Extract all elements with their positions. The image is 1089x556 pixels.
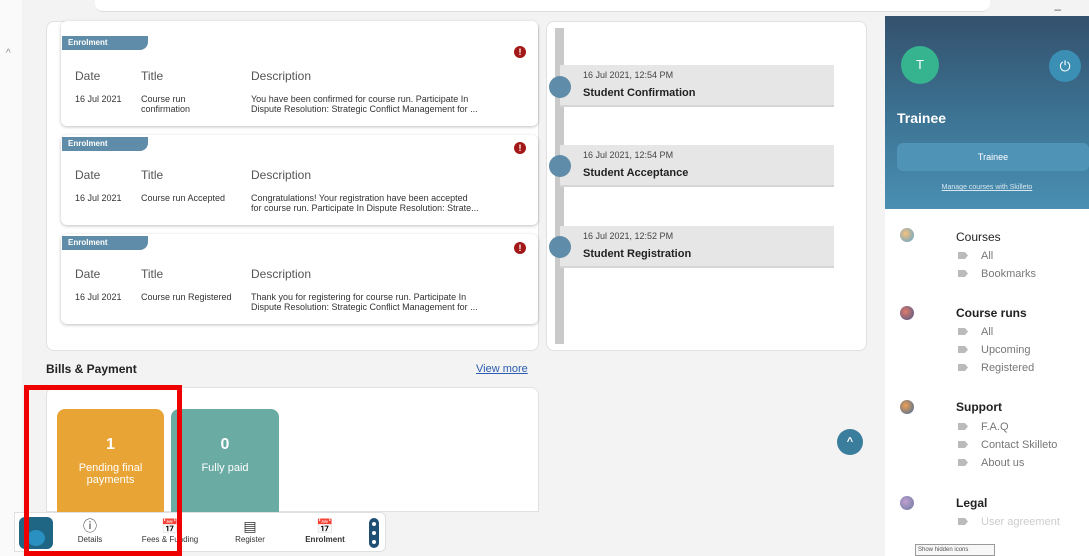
timeline-item: 16 Jul 2021, 12:54 PM Student Acceptance — [560, 145, 834, 187]
date-header: Date — [75, 69, 101, 83]
enrolment-tag: Enrolment — [62, 36, 148, 50]
notification-card: Enrolment ! Date Title Description 16 Ju… — [61, 21, 538, 126]
enrolment-tag: Enrolment — [62, 236, 148, 250]
sidebar-item-bookmarks[interactable]: Bookmarks — [958, 268, 1036, 280]
section-support[interactable]: Support — [956, 400, 1002, 414]
timeline-dot — [549, 76, 571, 98]
timeline-time: 16 Jul 2021, 12:54 PM — [583, 70, 674, 80]
timeline-item: 16 Jul 2021, 12:54 PM Student Confirmati… — [560, 65, 834, 107]
notification-description: You have been confirmed for course run. … — [251, 94, 469, 104]
notification-title: Course run Registered — [141, 292, 232, 302]
paid-label: Fully paid — [201, 462, 249, 474]
scroll-up-caret-icon[interactable]: ^ — [6, 48, 11, 59]
flag-icon — [958, 328, 968, 335]
flag-icon — [958, 270, 968, 277]
flag-icon — [958, 346, 968, 353]
description-header: Description — [251, 69, 312, 83]
avatar[interactable]: T — [901, 46, 939, 84]
section-course-runs[interactable]: Course runs — [956, 306, 1027, 320]
title-header: Title — [141, 168, 164, 182]
sidebar-item-contact[interactable]: Contact Skilleto — [958, 439, 1057, 451]
notification-description-cont: for course run. Participate In Dispute R… — [251, 203, 479, 213]
nav-enrolment[interactable]: 📅 Enrolment — [303, 517, 347, 544]
flag-icon — [958, 423, 968, 430]
title-header: Title — [141, 69, 164, 83]
date-header: Date — [75, 168, 101, 182]
flag-icon — [958, 364, 968, 371]
courses-icon — [900, 228, 914, 242]
notification-description-cont: Dispute Resolution: Strategic Conflict M… — [251, 104, 478, 114]
sidebar-header: T ⏻ Trainee Trainee Manage courses with … — [885, 16, 1089, 209]
calendar-clock-icon: 📅 — [316, 518, 334, 534]
power-icon: ⏻ — [1059, 58, 1071, 74]
description-header: Description — [251, 267, 312, 281]
document-icon: ▤ — [243, 518, 257, 534]
chevron-up-icon: ^ — [846, 436, 854, 448]
sidebar-item-courses-all[interactable]: All — [958, 250, 993, 262]
section-courses[interactable]: Courses — [956, 230, 1001, 244]
timeline-time: 16 Jul 2021, 12:54 PM — [583, 150, 674, 160]
timeline-dot — [549, 155, 571, 177]
alert-icon: ! — [514, 46, 526, 58]
flag-icon — [958, 252, 968, 259]
timeline-time: 16 Jul 2021, 12:52 PM — [583, 231, 674, 241]
sidebar-item-user-agreement[interactable]: User agreement — [958, 516, 1060, 528]
sidebar-item-registered[interactable]: Registered — [958, 362, 1034, 374]
hidden-icons-tooltip: Show hidden icons — [915, 544, 995, 556]
role-title: Trainee — [897, 110, 947, 126]
enrolment-tag: Enrolment — [62, 137, 148, 151]
more-options-icon[interactable] — [369, 518, 379, 548]
date-header: Date — [75, 267, 101, 281]
logout-button[interactable]: ⏻ — [1049, 50, 1081, 82]
section-legal[interactable]: Legal — [956, 496, 987, 510]
highlight-box — [24, 385, 182, 556]
notification-title-cont: confirmation — [141, 104, 191, 114]
minimize-icon[interactable]: – — [1054, 2, 1061, 16]
notification-description: Thank you for registering for course run… — [251, 292, 467, 302]
legal-icon — [900, 496, 914, 510]
nav-label: Enrolment — [305, 535, 345, 544]
scroll-to-top-button[interactable]: ^ — [837, 429, 863, 455]
nav-label: Register — [235, 535, 265, 544]
notification-description: Congratulations! Your registration have … — [251, 193, 468, 203]
user-sidebar: T ⏻ Trainee Trainee Manage courses with … — [885, 16, 1089, 556]
notification-title: Course run Accepted — [141, 193, 226, 203]
left-scroll-strip: ^ — [0, 0, 22, 556]
nav-register[interactable]: ▤ Register — [230, 517, 270, 544]
notification-description-cont: Dispute Resolution: Strategic Conflict M… — [251, 302, 478, 312]
view-more-link[interactable]: View more — [476, 363, 528, 375]
sidebar-item-about[interactable]: About us — [958, 457, 1024, 469]
notification-date: 16 Jul 2021 — [75, 193, 122, 203]
description-header: Description — [251, 168, 312, 182]
fully-paid-tile[interactable]: 0 Fully paid — [171, 409, 279, 512]
timeline-item: 16 Jul 2021, 12:52 PM Student Registrati… — [560, 226, 834, 268]
timeline-title: Student Confirmation — [583, 87, 696, 99]
title-header: Title — [141, 267, 164, 281]
notification-title: Course run — [141, 94, 186, 104]
notification-date: 16 Jul 2021 — [75, 94, 122, 104]
bills-payment-heading: Bills & Payment — [46, 362, 137, 376]
flag-icon — [958, 518, 968, 525]
paid-count: 0 — [220, 436, 230, 453]
top-bar — [95, 0, 990, 12]
flag-icon — [958, 459, 968, 466]
role-switch-button[interactable]: Trainee — [897, 143, 1089, 171]
sidebar-item-upcoming[interactable]: Upcoming — [958, 344, 1031, 356]
timeline-dot — [549, 236, 571, 258]
alert-icon: ! — [514, 242, 526, 254]
timeline-title: Student Acceptance — [583, 167, 689, 179]
course-runs-icon — [900, 306, 914, 320]
support-icon — [900, 400, 914, 414]
timeline-title: Student Registration — [583, 248, 692, 260]
notification-card: Enrolment ! Date Title Description 16 Ju… — [61, 234, 538, 324]
manage-courses-link[interactable]: Manage courses with Skilleto — [885, 184, 1089, 191]
notification-date: 16 Jul 2021 — [75, 292, 122, 302]
notification-card: Enrolment ! Date Title Description 16 Ju… — [61, 135, 538, 225]
alert-icon: ! — [514, 142, 526, 154]
sidebar-item-faq[interactable]: F.A.Q — [958, 421, 1009, 433]
sidebar-item-course-runs-all[interactable]: All — [958, 326, 993, 338]
flag-icon — [958, 441, 968, 448]
